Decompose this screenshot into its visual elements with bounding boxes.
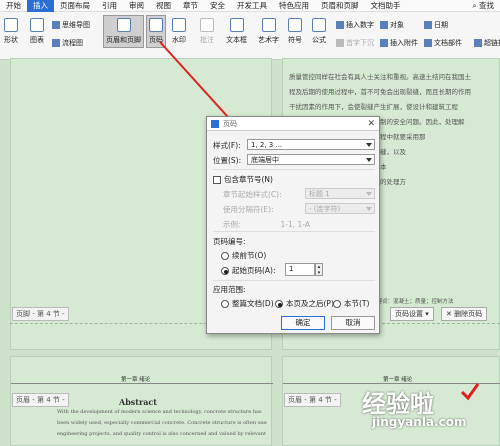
cancel-button[interactable]: 取消 — [331, 316, 375, 330]
radio-on[interactable] — [221, 266, 229, 275]
dialog-title: 页码 — [223, 119, 237, 128]
chevron-down-icon — [366, 143, 372, 147]
chevron-down-icon — [366, 158, 372, 162]
divider — [213, 280, 375, 281]
scope-whole-radio[interactable]: 整篇文档(D) — [221, 298, 274, 309]
checkbox[interactable] — [213, 175, 221, 184]
watermark-url: jingyanla.com — [372, 415, 467, 429]
checkmark-icon — [460, 382, 480, 402]
separator-row: 使用分隔符(E): — [223, 205, 274, 214]
divider — [213, 169, 375, 170]
spinner-icon[interactable]: ▴ ▾ — [315, 263, 323, 276]
scope-section-radio[interactable]: 本节(T) — [333, 298, 369, 309]
chapter-start-row: 章节起始样式(C): — [223, 190, 282, 199]
chevron-down-icon — [366, 192, 372, 196]
radio-off[interactable] — [221, 251, 229, 260]
position-select[interactable]: 底端居中 — [247, 154, 375, 165]
close-icon[interactable]: ✕ — [367, 119, 375, 129]
radio-off[interactable] — [221, 299, 229, 308]
continue-radio[interactable]: 续前节(O) — [221, 250, 266, 261]
numbering-header: 页码编号: — [213, 237, 246, 246]
divider — [213, 231, 375, 232]
scope-header: 应用范围: — [213, 285, 246, 294]
style-row: 样式(F): — [213, 141, 241, 150]
style-select[interactable]: 1, 2, 3 ... — [247, 139, 375, 150]
example-row: 示例: 1-1, 1-A — [223, 220, 310, 229]
include-chapter-checkbox[interactable]: 包含章节号(N) — [213, 174, 273, 185]
app-icon — [211, 119, 219, 128]
separator-select[interactable]: - (连字符) — [305, 203, 375, 214]
watermark-text: 经验啦 — [362, 390, 434, 418]
radio-on[interactable] — [275, 299, 283, 308]
chapter-start-select[interactable]: 标题 1 — [305, 188, 375, 199]
radio-off[interactable] — [333, 299, 341, 308]
start-page-input[interactable]: 1 — [285, 263, 315, 276]
chevron-down-icon — [366, 207, 372, 211]
start-radio[interactable]: 起始页码(A): — [221, 265, 276, 276]
scope-this-after-radio[interactable]: 本页及之后(P) — [275, 298, 334, 309]
page-number-dialog: 页码 ✕ 样式(F): 1, 2, 3 ... 位置(S): 底端居中 包含章节… — [206, 116, 380, 334]
ok-button[interactable]: 确定 — [281, 316, 325, 330]
dialog-titlebar: 页码 ✕ — [207, 117, 379, 131]
position-row: 位置(S): — [213, 156, 242, 165]
